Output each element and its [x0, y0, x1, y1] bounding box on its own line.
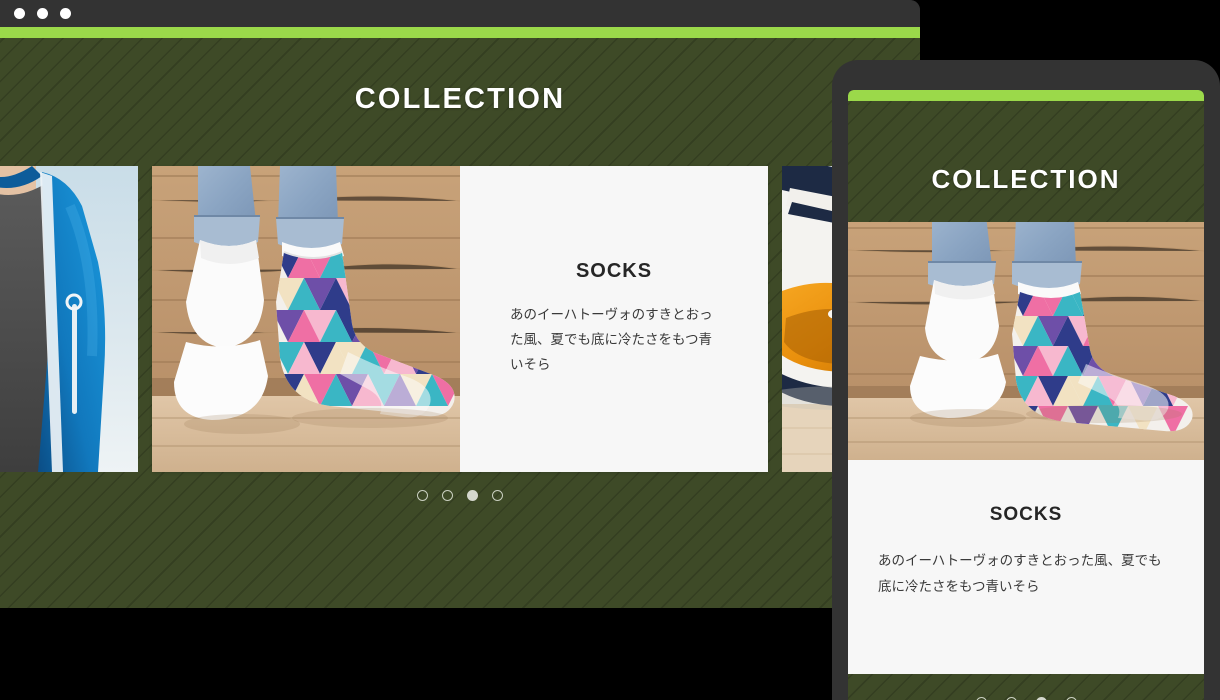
- carousel-slide-previous[interactable]: [0, 166, 138, 472]
- browser-titlebar: [0, 0, 920, 27]
- mobile-product-description: あのイーハトーヴォのすきとおった風、夏でも底に冷たさをもつ青いそら: [878, 553, 1162, 595]
- carousel-slide-active[interactable]: SOCKS あのイーハトーヴォのすきとおった風、夏でも底に冷たさをもつ青いそら: [152, 166, 768, 472]
- mobile-screen: COLLECTION SOCKS あのイーハトーヴォのすきとおった風、夏でも底に…: [848, 90, 1204, 700]
- browser-viewport: COLLECTION SOCKS あのイーハトーヴォのすきとおった風、夏でも底に…: [0, 38, 920, 608]
- product-carousel[interactable]: SOCKS あのイーハトーヴォのすきとおった風、夏でも底に冷たさをもつ青いそら: [0, 166, 920, 472]
- site-accent-bar: [0, 27, 920, 38]
- product-title: SOCKS: [575, 260, 653, 283]
- pagination-dot-1[interactable]: [417, 490, 428, 501]
- mobile-product-title: SOCKS: [989, 504, 1063, 525]
- browser-window: COLLECTION SOCKS あのイーハトーヴォのすきとおった風、夏でも底に…: [0, 0, 920, 608]
- mobile-product-card[interactable]: SOCKS あのイーハトーヴォのすきとおった風、夏でも底に冷たさをもつ青いそら: [848, 222, 1204, 674]
- product-description: あのイーハトーヴォのすきとおった風、夏でも底に冷たさをもつ青いそら: [510, 307, 713, 372]
- product-photo-socks: [152, 166, 460, 472]
- mobile-product-info-panel: SOCKS あのイーハトーヴォのすきとおった風、夏でも底に冷たさをもつ青いそら: [848, 460, 1204, 601]
- pagination-dot-3[interactable]: [467, 490, 478, 501]
- close-dot[interactable]: [14, 8, 25, 19]
- mobile-site-accent-bar: [848, 90, 1204, 101]
- mobile-device-frame: COLLECTION SOCKS あのイーハトーヴォのすきとおった風、夏でも底に…: [832, 60, 1220, 700]
- pagination-dot-2[interactable]: [442, 490, 453, 501]
- blue-jacket-photo: [0, 166, 138, 472]
- carousel-pagination[interactable]: [0, 490, 920, 501]
- maximize-dot[interactable]: [60, 8, 71, 19]
- mobile-page-title: COLLECTION: [931, 164, 1121, 194]
- minimize-dot[interactable]: [37, 8, 48, 19]
- product-info-panel: SOCKS あのイーハトーヴォのすきとおった風、夏でも底に冷たさをもつ青いそら: [460, 166, 768, 472]
- mobile-viewport: COLLECTION SOCKS あのイーハトーヴォのすきとおった風、夏でも底に…: [848, 101, 1204, 700]
- mobile-product-photo-socks: [848, 222, 1204, 460]
- screenshot-stage: COLLECTION SOCKS あのイーハトーヴォのすきとおった風、夏でも底に…: [0, 0, 1220, 700]
- pagination-dot-4[interactable]: [492, 490, 503, 501]
- page-title: COLLECTION: [354, 83, 566, 115]
